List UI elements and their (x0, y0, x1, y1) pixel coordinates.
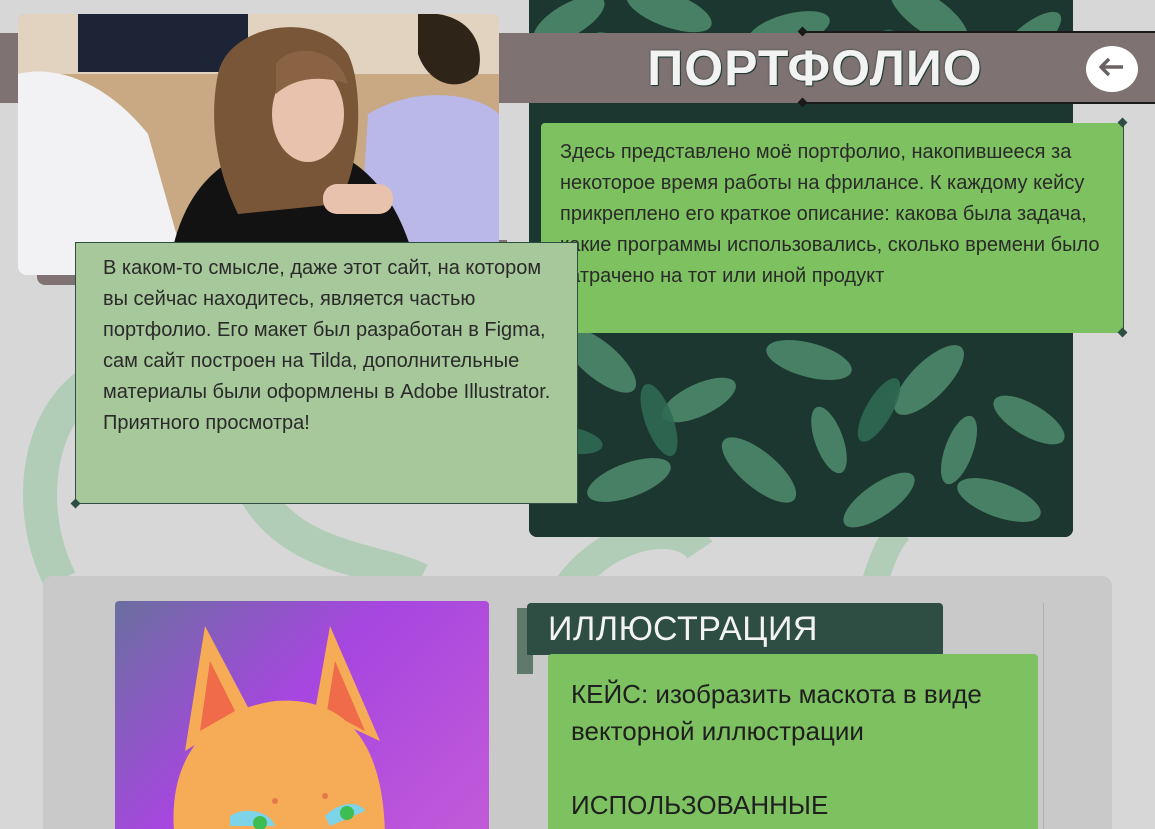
author-photo (18, 14, 499, 275)
case-title: ИЛЛЮСТРАЦИЯ (527, 603, 943, 655)
intro-card: Здесь представлено моё портфолио, накопи… (541, 123, 1124, 333)
case-task-label: КЕЙС: (571, 679, 649, 709)
header-divider-top (802, 31, 1155, 33)
case-tools-label: ИСПОЛЬЗОВАННЫЕ (571, 790, 829, 820)
back-button[interactable] (1086, 46, 1138, 92)
header-divider-bottom (802, 102, 1155, 104)
mascot-illustration (115, 601, 489, 829)
page-title: ПОРТФОЛИО (647, 40, 983, 96)
arrow-left-icon (1099, 57, 1125, 81)
case-task: КЕЙС: изобразить маскота в виде векторно… (571, 676, 1018, 750)
about-text: В каком-то смысле, даже этот сайт, на ко… (103, 257, 551, 434)
about-card: В каком-то смысле, даже этот сайт, на ко… (75, 242, 578, 504)
section-divider (1043, 603, 1044, 829)
case-spacer (571, 750, 1018, 787)
intro-text: Здесь представлено моё портфолио, накопи… (560, 141, 1100, 287)
case-card: КЕЙС: изобразить маскота в виде векторно… (548, 654, 1038, 829)
